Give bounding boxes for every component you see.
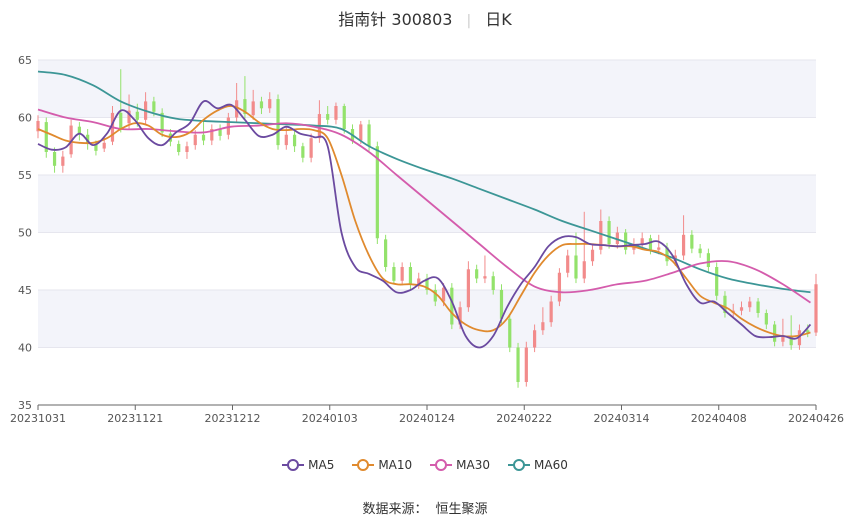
candle-up	[541, 322, 545, 331]
legend-ma5-icon	[282, 459, 305, 471]
candle-up	[814, 284, 818, 333]
candle-down	[516, 347, 520, 382]
kline-chart: 65 60 55 50 45 40 3520231031 20231121 20231212 20…	[10, 54, 844, 425]
candle-down	[706, 253, 711, 267]
candle-down	[326, 114, 330, 120]
candle-up	[193, 134, 197, 146]
x-tick-label: 20240103	[302, 412, 358, 425]
candle-down	[690, 234, 694, 249]
source-provider: 恒生聚源	[435, 502, 488, 517]
candle-up	[657, 247, 661, 250]
candle-up	[268, 99, 272, 109]
candle-up	[400, 267, 404, 281]
candle-down	[119, 112, 123, 129]
candle-down	[508, 318, 512, 348]
source-label: 数据来源：	[362, 502, 428, 517]
legend-ma60-label: MA60	[534, 458, 568, 472]
grid-band	[38, 175, 816, 233]
data-source: 数据来源： 恒生聚源	[0, 498, 850, 517]
candle-up	[557, 272, 562, 302]
candle-up	[681, 234, 686, 256]
legend-ma10[interactable]: MA10	[352, 458, 412, 472]
y-tick-label: 45	[18, 284, 32, 297]
candle-up	[359, 124, 363, 141]
candle-up	[566, 255, 570, 273]
candle-up	[61, 156, 65, 166]
candle-down	[756, 301, 760, 313]
candle-down	[607, 221, 611, 244]
y-tick-label: 60	[18, 112, 32, 125]
x-tick-label: 20240426	[788, 412, 844, 425]
candle-down	[276, 99, 280, 146]
candle-down	[292, 134, 297, 147]
y-tick-label: 50	[18, 227, 32, 240]
candle-up	[251, 101, 255, 116]
legend-ma30-label: MA30	[456, 458, 491, 472]
candle-up	[549, 301, 553, 323]
legend-ma30[interactable]: MA30	[430, 458, 490, 472]
grid-band	[38, 290, 816, 348]
candle-down	[135, 111, 139, 120]
x-tick-label: 20231031	[10, 412, 66, 425]
candle-down	[491, 276, 495, 290]
candle-down	[342, 106, 346, 129]
candle-down	[367, 124, 371, 147]
candle-down	[201, 134, 206, 141]
candle-up	[441, 287, 446, 302]
y-tick-label: 55	[18, 169, 32, 182]
candle-up	[466, 269, 470, 308]
y-tick-label: 65	[18, 54, 32, 67]
candle-down	[408, 267, 413, 285]
candle-down	[715, 267, 719, 296]
candle-up	[739, 307, 744, 311]
candle-up	[334, 106, 338, 120]
candle-up	[185, 146, 189, 152]
candle-down	[52, 152, 57, 166]
candle-down	[301, 146, 305, 158]
y-tick-label: 40	[18, 342, 32, 355]
x-tick-label: 20240222	[496, 412, 552, 425]
candle-up	[284, 134, 288, 146]
candle-down	[475, 269, 479, 279]
candle-down	[392, 267, 396, 281]
x-tick-label: 20240314	[594, 412, 650, 425]
candle-up	[590, 249, 595, 262]
candle-up	[640, 238, 644, 244]
candle-up	[532, 330, 537, 348]
candle-down	[764, 313, 768, 325]
candle-up	[102, 142, 106, 149]
candle-down	[698, 248, 702, 254]
candle-down	[152, 101, 156, 112]
x-tick-label: 20231212	[205, 412, 261, 425]
x-tick-label: 20240408	[691, 412, 747, 425]
candle-down	[177, 143, 181, 152]
legend-ma30-icon	[430, 459, 453, 471]
candle-down	[648, 238, 653, 250]
candle-up	[524, 347, 528, 382]
x-tick-label: 20231121	[107, 412, 163, 425]
legend-ma10-label: MA10	[378, 458, 413, 472]
legend-ma10-icon	[352, 459, 375, 471]
legend-ma60-icon	[508, 459, 531, 471]
candle-up	[309, 138, 313, 158]
chart-legend: MA5 MA10 MA30 MA60	[0, 458, 850, 472]
legend-ma60[interactable]: MA60	[508, 458, 568, 472]
candle-down	[77, 126, 81, 134]
x-tick-label: 20240124	[399, 412, 455, 425]
legend-ma5[interactable]: MA5	[282, 458, 334, 472]
candle-up	[582, 261, 586, 279]
candle-up	[748, 301, 752, 308]
y-tick-label: 35	[18, 399, 32, 412]
candle-down	[384, 239, 388, 267]
candle-up	[483, 276, 487, 279]
candle-down	[574, 255, 578, 279]
candle-down	[259, 101, 264, 109]
legend-ma5-label: MA5	[308, 458, 335, 472]
